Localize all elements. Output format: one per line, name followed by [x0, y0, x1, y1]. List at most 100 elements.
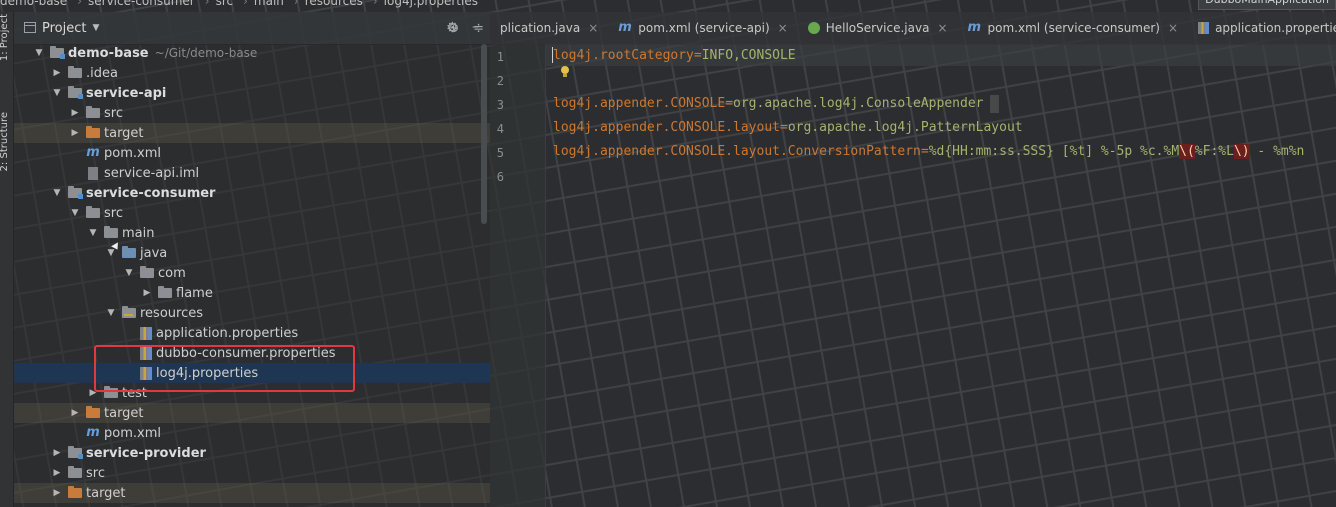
run-configuration-selector[interactable]: DubboMainApplication [1198, 0, 1336, 10]
breadcrumb-item[interactable]: log4j.properties [384, 0, 478, 8]
chevron-right-icon[interactable]: ▶ [52, 68, 62, 78]
tree-item-label: target [86, 485, 126, 501]
breadcrumb-separator: › [243, 0, 248, 8]
chevron-down-icon[interactable]: ▼ [92, 23, 99, 33]
module-folder-icon [68, 446, 83, 459]
tree-item[interactable]: ▼ service-api [14, 83, 490, 103]
tree-item[interactable]: ▶mpom.xml [14, 423, 490, 443]
close-icon[interactable]: × [937, 21, 947, 35]
project-panel-title[interactable]: Project [42, 21, 86, 36]
res-folder-icon [122, 306, 136, 318]
property-key: log4j.appender.CONSOLE [553, 96, 726, 111]
folder-icon [158, 286, 172, 298]
tree-item-label: pom.xml [104, 145, 161, 161]
chevron-down-icon[interactable]: ▼ [34, 48, 44, 58]
iml-icon [88, 166, 98, 180]
chevron-down-icon[interactable]: ▼ [70, 208, 80, 218]
tool-tab-structure[interactable]: 2: Structure [0, 112, 13, 171]
chevron-down-icon[interactable]: ▼ [124, 268, 134, 278]
tree-item-label: target [104, 125, 144, 141]
tree-item[interactable]: ▶ .idea [14, 63, 490, 83]
editor-tab[interactable]: m pom.xml (service-api) × [608, 12, 797, 44]
tree-item-label: pom.xml [104, 425, 161, 441]
chevron-right-icon[interactable]: ▶ [52, 468, 62, 478]
chevron-right-icon[interactable]: ▶ [52, 488, 62, 498]
tree-item[interactable]: ▶mpom.xml [14, 143, 490, 163]
chevron-right-icon[interactable]: ▶ [88, 388, 98, 398]
property-key: log4j.appender.CONSOLE.layout.Conversion… [553, 144, 921, 159]
tree-scrollbar[interactable] [481, 44, 487, 224]
line-number: 1 [496, 50, 504, 64]
close-icon[interactable]: × [778, 21, 788, 35]
tree-item-label: dubbo-consumer.properties [156, 345, 336, 361]
breadcrumb-item[interactable]: demo-base [0, 0, 67, 8]
line-number: 3 [496, 98, 504, 112]
tree-item[interactable]: ▼ src [14, 203, 490, 223]
tree-item[interactable]: ▶application.properties [14, 323, 490, 343]
chevron-down-icon[interactable]: ▼ [106, 308, 116, 318]
tool-tab-project[interactable]: 1: Project [0, 14, 13, 61]
tree-item[interactable]: ▶ service-provider [14, 443, 490, 463]
property-value: org.apache.log4j.PatternLayout [787, 120, 1023, 135]
tree-item[interactable]: ▼ demo-base ~/Git/demo-base [14, 44, 490, 63]
tree-item-label: com [158, 265, 186, 281]
editor-code-area[interactable] [546, 44, 1336, 507]
properties-icon [140, 346, 152, 360]
editor-tab[interactable]: HelloService.java × [798, 12, 958, 44]
maven-icon: m [967, 20, 982, 35]
minimize-icon[interactable]: – [472, 19, 479, 35]
breadcrumb-item[interactable]: resources [305, 0, 363, 8]
editor-tab-label: plication.java [500, 21, 581, 35]
editor-tab[interactable]: plication.java × [490, 12, 608, 44]
tree-item[interactable]: ▶ src [14, 103, 490, 123]
orange-folder-icon [86, 126, 100, 138]
code-line: log4j.appender.CONSOLE=org.apache.log4j.… [553, 96, 983, 111]
breadcrumb-item[interactable]: service-consumer [88, 0, 195, 8]
breadcrumb-item[interactable]: main [254, 0, 284, 8]
property-key: log4j.rootCategory [553, 48, 694, 63]
chevron-right-icon[interactable]: ▶ [70, 408, 80, 418]
lightbulb-icon[interactable] [560, 66, 570, 78]
editor-tab[interactable]: application.properties× [1188, 12, 1336, 44]
tree-item-label: application.properties [156, 325, 299, 341]
editor-tab[interactable]: m pom.xml (service-consumer) × [958, 12, 1189, 44]
tree-item[interactable]: ▼ com [14, 263, 490, 283]
close-icon[interactable]: × [1168, 21, 1178, 35]
chevron-right-icon[interactable]: ▶ [52, 448, 62, 458]
chevron-down-icon[interactable]: ▼ [52, 188, 62, 198]
tree-item[interactable]: ▶dubbo-consumer.properties [14, 343, 490, 363]
tree-item[interactable]: ▶ test [14, 383, 490, 403]
tree-item[interactable]: ▶ target [14, 483, 490, 503]
breadcrumb-separator: › [77, 0, 83, 8]
chevron-right-icon[interactable]: ▶ [142, 288, 152, 298]
tree-item[interactable]: ▼ java [14, 243, 490, 263]
chevron-right-icon[interactable]: ▶ [70, 128, 80, 138]
property-value-part: %d{HH:mm:ss.SSS} [%t] %-5p %c.%M [928, 144, 1180, 159]
tree-item[interactable]: ▼ resources [14, 303, 490, 323]
property-value: org.apache.log4j.ConsoleAppender [733, 96, 984, 111]
tree-item[interactable]: ▶log4j.properties [14, 363, 490, 383]
tree-item-label: src [104, 105, 123, 121]
gear-icon[interactable]: ⚙ [446, 20, 459, 36]
tree-item-label: service-consumer [86, 185, 216, 201]
property-value-part: %F:%L [1194, 144, 1234, 159]
chevron-down-icon[interactable]: ▼ [88, 228, 98, 238]
property-key: log4j.appender.CONSOLE.layout [553, 120, 780, 135]
tree-item[interactable]: ▶service-api.iml [14, 163, 490, 183]
tree-item-label: src [86, 465, 105, 481]
chevron-right-icon[interactable]: ▶ [70, 108, 80, 118]
tree-item[interactable]: ▶ target [14, 123, 490, 143]
tree-item[interactable]: ▶ src [14, 463, 490, 483]
tree-item[interactable]: ▼ service-consumer [14, 183, 490, 203]
code-line: log4j.rootCategory=INFO,CONSOLE [553, 48, 796, 63]
tree-item[interactable]: ▶ target [14, 403, 490, 423]
maven-icon: m [86, 425, 100, 440]
breadcrumb: demo-base › service-consumer › src › main › reso… [0, 0, 1180, 8]
tree-item-label: resources [140, 305, 204, 321]
close-icon[interactable]: × [588, 21, 598, 35]
tree-item[interactable]: ▼ main [14, 223, 490, 243]
folder-icon [68, 466, 82, 478]
tree-item[interactable]: ▶ flame [14, 283, 490, 303]
chevron-down-icon[interactable]: ▼ [52, 88, 62, 98]
breadcrumb-item[interactable]: src [216, 0, 234, 8]
